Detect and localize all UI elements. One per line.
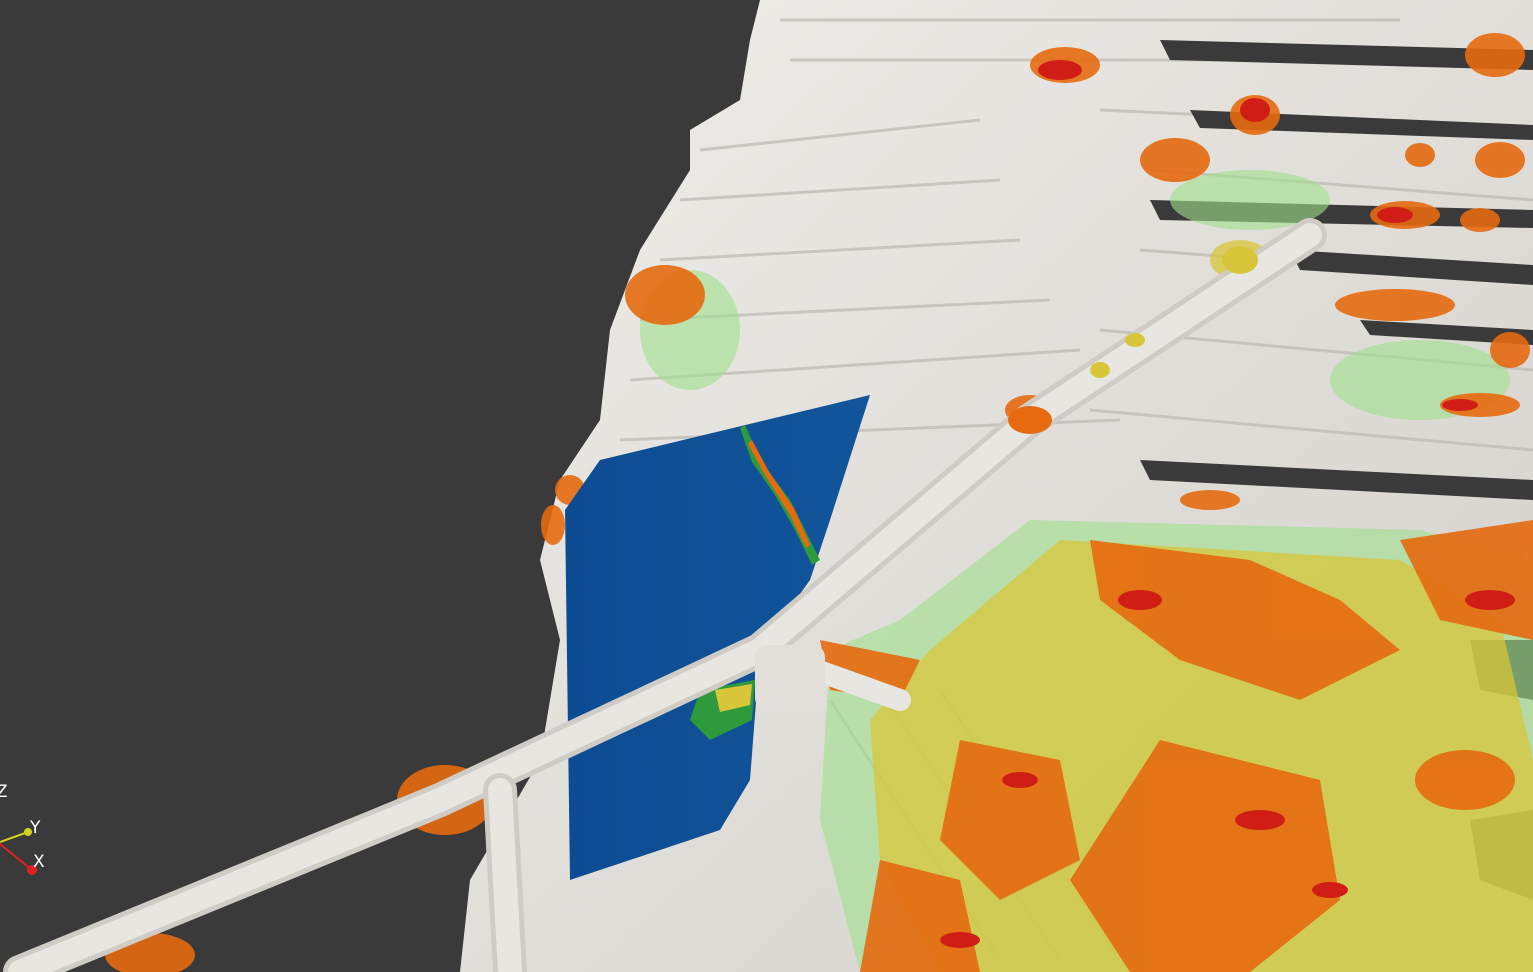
render-view-3d[interactable]: Z Y X (0, 0, 1533, 972)
axis-label-z: Z (0, 782, 8, 802)
tunnel-junction-block (755, 645, 825, 710)
scene-canvas[interactable] (0, 0, 1533, 972)
orientation-axes: Z Y X (0, 772, 70, 882)
axis-label-y: Y (30, 818, 41, 838)
axis-label-x: X (33, 852, 45, 872)
